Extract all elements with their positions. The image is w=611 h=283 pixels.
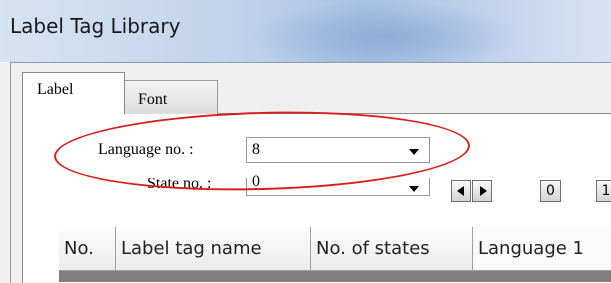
state-button-0[interactable]: 0: [540, 180, 561, 202]
window-title: Label Tag Library: [10, 14, 181, 38]
prev-state-button[interactable]: [451, 180, 471, 202]
title-bar-glow: [250, 0, 520, 62]
language-label: Language no. :: [98, 141, 194, 158]
title-bar: Label Tag Library: [0, 0, 611, 62]
next-state-button[interactable]: [472, 180, 492, 202]
column-header-language-1[interactable]: Language 1: [473, 227, 611, 271]
triangle-right-icon: [480, 186, 487, 196]
chevron-down-icon[interactable]: [409, 149, 419, 155]
state-button-1[interactable]: 1: [596, 180, 611, 202]
triangle-left-icon: [457, 186, 464, 196]
state-value: 0: [252, 173, 260, 190]
column-header-no[interactable]: No.: [59, 227, 116, 271]
column-header-label-tag-name[interactable]: Label tag name: [116, 227, 311, 271]
language-value: 8: [252, 141, 260, 158]
state-select[interactable]: 0: [246, 173, 430, 196]
language-select[interactable]: 8: [246, 137, 430, 163]
column-header-no-of-states[interactable]: No. of states: [311, 227, 473, 271]
tab-font[interactable]: Font: [124, 80, 218, 114]
tab-label[interactable]: Label: [22, 72, 125, 114]
state-label: State no. :: [147, 178, 212, 192]
chevron-down-icon[interactable]: [409, 186, 419, 192]
